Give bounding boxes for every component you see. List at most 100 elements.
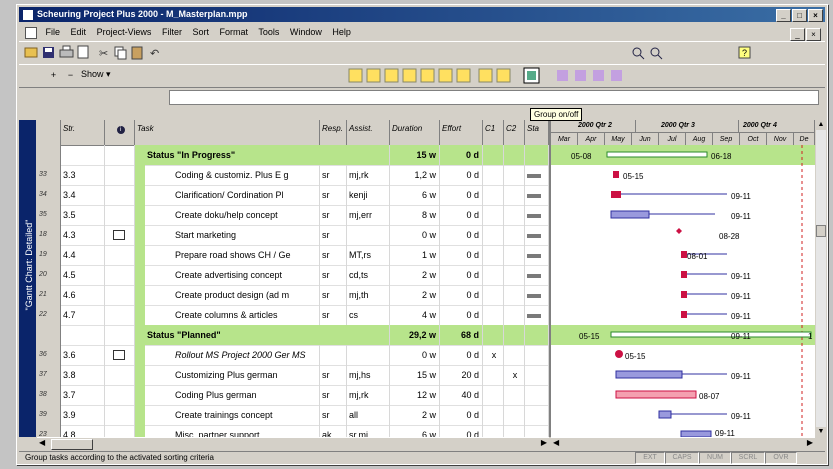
summary-bar[interactable] bbox=[606, 151, 708, 158]
task-bar[interactable] bbox=[658, 410, 672, 419]
table-row[interactable]: 19 4.4 Prepare road shows CH / Ge sr MT,rs 1 … bbox=[37, 245, 549, 266]
table-row[interactable]: 18 4.3 Start marketing sr 0 w0 d bbox=[37, 225, 549, 246]
paste-icon[interactable] bbox=[131, 46, 143, 60]
open-icon[interactable] bbox=[24, 47, 38, 58]
cell-id[interactable]: 23 bbox=[37, 425, 61, 437]
table-row[interactable]: 20 4.5 Create advertising concept sr cd,ts 2 … bbox=[37, 265, 549, 286]
cell-id[interactable] bbox=[37, 145, 61, 165]
menu-filter[interactable]: Filter bbox=[162, 27, 182, 37]
cut-icon[interactable]: ✂ bbox=[99, 48, 108, 60]
task-bar[interactable] bbox=[615, 390, 697, 399]
close-button[interactable]: × bbox=[808, 9, 823, 22]
cell-id[interactable]: 34 bbox=[37, 185, 61, 205]
table-row[interactable]: 23 4.8 Misc. partner support ak sr,mj 6 w0 d bbox=[37, 425, 549, 437]
zoom-in-icon[interactable] bbox=[632, 47, 645, 60]
cell-id[interactable]: 20 bbox=[37, 265, 61, 285]
undo-icon[interactable]: ↶ bbox=[150, 48, 159, 60]
scroll-thumb[interactable] bbox=[816, 225, 826, 237]
print-icon[interactable] bbox=[59, 45, 74, 58]
table-horizontal-scrollbar[interactable]: ◀ ▶ bbox=[37, 437, 549, 450]
cell-id[interactable]: 36 bbox=[37, 345, 61, 365]
summary-bar[interactable] bbox=[610, 331, 812, 338]
menu-sort[interactable]: Sort bbox=[192, 27, 209, 37]
cell-id[interactable]: 19 bbox=[37, 245, 61, 265]
table-row[interactable]: 21 4.6 Create product design (ad m sr mj,th 2… bbox=[37, 285, 549, 306]
menu-format[interactable]: Format bbox=[220, 27, 249, 37]
menu-help[interactable]: Help bbox=[332, 27, 351, 37]
task-bar[interactable] bbox=[681, 291, 687, 298]
scroll-up-button[interactable]: ▲ bbox=[816, 120, 826, 130]
cell-id[interactable]: 33 bbox=[37, 165, 61, 185]
menu-file[interactable]: File bbox=[46, 27, 61, 37]
group-row[interactable]: ⊟ Status "In Progress"15 w0 d bbox=[37, 145, 549, 166]
scroll-left-button[interactable]: ◀ bbox=[553, 438, 559, 447]
preview-icon[interactable] bbox=[77, 45, 89, 59]
task-bar[interactable] bbox=[610, 210, 650, 219]
table-row[interactable]: 39 3.9 Create trainings concept sr all 2 w0 d bbox=[37, 405, 549, 426]
gantt-horizontal-scrollbar[interactable]: ◀ ▶ bbox=[551, 437, 815, 450]
menu-project-views[interactable]: Project-Views bbox=[97, 27, 152, 37]
menu-window[interactable]: Window bbox=[290, 27, 322, 37]
save-icon[interactable] bbox=[43, 47, 54, 58]
entry-field[interactable] bbox=[169, 90, 819, 105]
scroll-left-button[interactable]: ◀ bbox=[39, 438, 45, 447]
cell-id[interactable]: 21 bbox=[37, 285, 61, 305]
task-bar[interactable] bbox=[615, 370, 683, 379]
cell-id[interactable]: 22 bbox=[37, 305, 61, 325]
task-bar[interactable] bbox=[611, 191, 621, 198]
scroll-down-button[interactable]: ▼ bbox=[816, 427, 826, 437]
cell-id[interactable]: 38 bbox=[37, 385, 61, 405]
table-row[interactable]: 35 3.5 Create doku/help concept sr mj,err 8 w… bbox=[37, 205, 549, 226]
table-row[interactable]: 34 3.4 Clarification/ Cordination Pl sr kenj… bbox=[37, 185, 549, 206]
table-row[interactable]: 37 3.8 Customizing Plus german sr mj,hs 15 w2… bbox=[37, 365, 549, 386]
table-row[interactable]: 36 3.6 Rollout MS Project 2000 Ger MS 0 w0 … bbox=[37, 345, 549, 366]
cell-id[interactable]: 37 bbox=[37, 365, 61, 385]
note-icon[interactable] bbox=[113, 230, 125, 240]
header-status[interactable]: Sta bbox=[525, 120, 549, 145]
scroll-thumb[interactable] bbox=[51, 439, 93, 450]
copy-icon[interactable] bbox=[114, 46, 127, 60]
resource-icons[interactable] bbox=[557, 70, 622, 81]
formatting-toolbar: + − Show ▾ bbox=[19, 64, 825, 88]
cell-id[interactable]: 35 bbox=[37, 205, 61, 225]
header-c2[interactable]: C2 bbox=[504, 120, 525, 145]
cell-id[interactable]: 18 bbox=[37, 225, 61, 245]
header-structure[interactable]: Str. bbox=[61, 120, 105, 145]
grouping-icon[interactable] bbox=[523, 67, 540, 84]
document-icon[interactable] bbox=[25, 26, 37, 39]
zoom-out-icon[interactable] bbox=[650, 47, 663, 60]
task-bar[interactable] bbox=[613, 171, 619, 178]
table-row[interactable]: 22 4.7 Create columns & articles sr cs 4 w0 d bbox=[37, 305, 549, 326]
header-info[interactable]: i bbox=[105, 120, 135, 145]
cell-id[interactable]: 39 bbox=[37, 405, 61, 425]
menu-edit[interactable]: Edit bbox=[71, 27, 87, 37]
table-row[interactable]: 33 3.3 Coding & customiz. Plus E g sr mj,rk 1… bbox=[37, 165, 549, 186]
header-effort[interactable]: Effort bbox=[440, 120, 483, 145]
task-bar[interactable] bbox=[681, 271, 687, 278]
view-bar[interactable]: "Gantt Chart: Detailed" bbox=[19, 120, 36, 437]
task-bar[interactable] bbox=[681, 311, 687, 318]
note-icon[interactable] bbox=[113, 350, 125, 360]
vertical-scrollbar[interactable]: ▲ ▼ bbox=[816, 120, 826, 437]
header-resp[interactable]: Resp. bbox=[320, 120, 347, 145]
header-duration[interactable]: Duration bbox=[390, 120, 440, 145]
table-row[interactable]: 38 3.7 Coding Plus german sr mj,rk 12 w 40 d bbox=[37, 385, 549, 406]
maximize-button[interactable]: □ bbox=[792, 9, 807, 22]
group-toggle-icons[interactable] bbox=[348, 68, 511, 83]
header-task[interactable]: Task bbox=[135, 120, 320, 145]
toolbar-icons: ✂ ↶ ? bbox=[24, 45, 751, 60]
milestone[interactable] bbox=[615, 350, 623, 358]
milestone[interactable] bbox=[676, 228, 682, 234]
status-indicator: SCRL bbox=[731, 452, 765, 464]
scroll-right-button[interactable]: ▶ bbox=[807, 438, 813, 447]
scroll-right-button[interactable]: ▶ bbox=[541, 438, 547, 447]
header-c1[interactable]: C1 bbox=[483, 120, 504, 145]
doc-close-button[interactable]: × bbox=[806, 28, 821, 41]
menu-tools[interactable]: Tools bbox=[258, 27, 279, 37]
header-assist[interactable]: Assist. bbox=[347, 120, 390, 145]
group-row[interactable]: ⊟ Status "Planned"29,2 w68 d bbox=[37, 325, 549, 346]
help-icon[interactable]: ? bbox=[738, 46, 751, 59]
doc-minimize-button[interactable]: _ bbox=[790, 28, 805, 41]
minimize-button[interactable]: _ bbox=[776, 9, 791, 22]
cell-id[interactable] bbox=[37, 325, 61, 345]
